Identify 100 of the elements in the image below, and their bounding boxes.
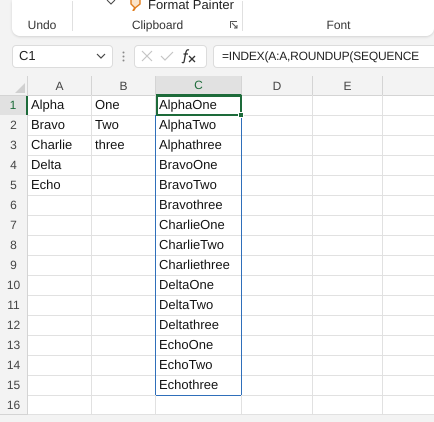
table-cell[interactable] (92, 395, 156, 415)
row-header[interactable]: 14 (0, 355, 28, 376)
table-cell[interactable]: Charliethree (155, 255, 242, 276)
table-cell[interactable]: DeltaTwo (155, 295, 242, 316)
table-cell[interactable] (313, 175, 383, 196)
table-cell[interactable] (28, 195, 92, 216)
row-header[interactable]: 1 (0, 95, 28, 116)
table-cell[interactable] (313, 95, 383, 116)
table-cell[interactable] (28, 375, 92, 396)
caret-icon (96, 53, 106, 59)
table-cell[interactable] (242, 115, 313, 136)
drag-handle-icon[interactable] (122, 50, 125, 62)
table-cell[interactable] (313, 255, 383, 276)
function-icon[interactable] (180, 48, 198, 64)
table-cell[interactable]: Alphathree (155, 135, 242, 156)
table-cell[interactable] (242, 175, 313, 196)
table-cell[interactable] (313, 115, 383, 136)
table-cell[interactable] (242, 335, 313, 356)
table-cell[interactable]: CharlieTwo (155, 235, 242, 256)
table-cell[interactable]: AlphaOne (156, 95, 242, 116)
table-cell[interactable] (313, 395, 383, 415)
table-cell[interactable]: Delta (28, 155, 92, 176)
table-cell[interactable] (156, 395, 242, 415)
table-cell[interactable] (28, 235, 92, 256)
table-cell[interactable]: Bravo (28, 115, 92, 136)
row-header[interactable]: 2 (0, 115, 28, 136)
row-header[interactable]: 7 (0, 215, 28, 236)
table-cell[interactable] (313, 295, 383, 316)
row-header[interactable]: 16 (0, 395, 28, 415)
table-cell[interactable] (28, 315, 92, 336)
row-header[interactable]: 11 (0, 295, 28, 316)
row-header[interactable]: 8 (0, 235, 28, 256)
caret-icon[interactable] (106, 0, 116, 5)
table-cell[interactable] (242, 195, 313, 216)
row-header[interactable]: 4 (0, 155, 28, 176)
table-cell[interactable]: Two (92, 115, 156, 136)
table-cell[interactable] (242, 395, 313, 415)
checkmark-icon[interactable] (160, 49, 174, 63)
table-cell[interactable] (313, 335, 383, 356)
table-cell[interactable] (242, 255, 313, 276)
table-cell[interactable] (313, 375, 383, 396)
table-cell[interactable] (242, 155, 313, 176)
name-box[interactable]: C1 (12, 44, 113, 68)
table-cell[interactable]: AlphaTwo (155, 115, 242, 136)
select-all-icon[interactable] (15, 83, 25, 93)
table-cell[interactable] (242, 295, 313, 316)
column-header[interactable]: E (313, 76, 383, 96)
table-cell[interactable]: EchoOne (155, 335, 242, 356)
column-header[interactable]: D (242, 76, 313, 96)
table-cell[interactable] (28, 335, 92, 356)
table-cell[interactable] (242, 315, 313, 336)
table-cell[interactable] (28, 215, 92, 236)
row-header[interactable]: 6 (0, 195, 28, 216)
row-header[interactable]: 3 (0, 135, 28, 156)
table-cell[interactable] (313, 315, 383, 336)
dialog-launcher-icon[interactable] (230, 21, 238, 29)
table-cell[interactable] (242, 95, 313, 116)
table-cell[interactable] (313, 155, 383, 176)
table-cell[interactable] (313, 135, 383, 156)
table-cell[interactable]: Bravothree (155, 195, 242, 216)
table-cell[interactable] (242, 235, 313, 256)
table-cell[interactable] (242, 275, 313, 296)
table-cell[interactable]: One (92, 95, 156, 116)
formula-text: =INDEX(A:A,ROUNDUP(SEQUENCE (222, 48, 419, 65)
row-header[interactable]: 10 (0, 275, 28, 296)
table-cell[interactable] (313, 195, 383, 216)
table-cell[interactable] (28, 395, 92, 415)
table-cell[interactable]: CharlieOne (155, 215, 242, 236)
column-header[interactable]: A (28, 76, 92, 96)
table-cell[interactable]: DeltaOne (155, 275, 242, 296)
table-cell[interactable] (242, 135, 313, 156)
table-cell[interactable] (242, 215, 313, 236)
table-cell[interactable]: Echo (28, 175, 92, 196)
row-header[interactable]: 15 (0, 375, 28, 396)
table-cell[interactable] (242, 355, 313, 376)
table-cell[interactable] (28, 355, 92, 376)
table-cell[interactable] (28, 295, 92, 316)
table-cell[interactable]: Alpha (28, 95, 92, 116)
table-cell[interactable] (313, 235, 383, 256)
table-cell[interactable]: BravoOne (155, 155, 242, 176)
table-cell[interactable] (242, 375, 313, 396)
column-header[interactable]: C (156, 76, 242, 96)
table-cell[interactable] (313, 215, 383, 236)
table-cell[interactable] (28, 255, 92, 276)
table-cell[interactable]: BravoTwo (155, 175, 242, 196)
row-header[interactable]: 13 (0, 335, 28, 356)
table-cell[interactable] (313, 275, 383, 296)
table-cell[interactable]: Charlie (28, 135, 92, 156)
table-cell[interactable]: EchoTwo (155, 355, 242, 376)
fill-handle[interactable] (238, 112, 244, 118)
row-header[interactable]: 12 (0, 315, 28, 336)
table-cell[interactable] (313, 355, 383, 376)
row-header[interactable]: 5 (0, 175, 28, 196)
table-cell[interactable]: Echothree (155, 375, 242, 396)
row-header[interactable]: 9 (0, 255, 28, 276)
table-cell[interactable] (28, 275, 92, 296)
table-cell[interactable]: three (92, 135, 156, 156)
formula-bar[interactable]: =INDEX(A:A,ROUNDUP(SEQUENCE (213, 44, 434, 68)
table-cell[interactable]: Deltathree (155, 315, 242, 336)
cancel-icon[interactable] (140, 49, 154, 63)
